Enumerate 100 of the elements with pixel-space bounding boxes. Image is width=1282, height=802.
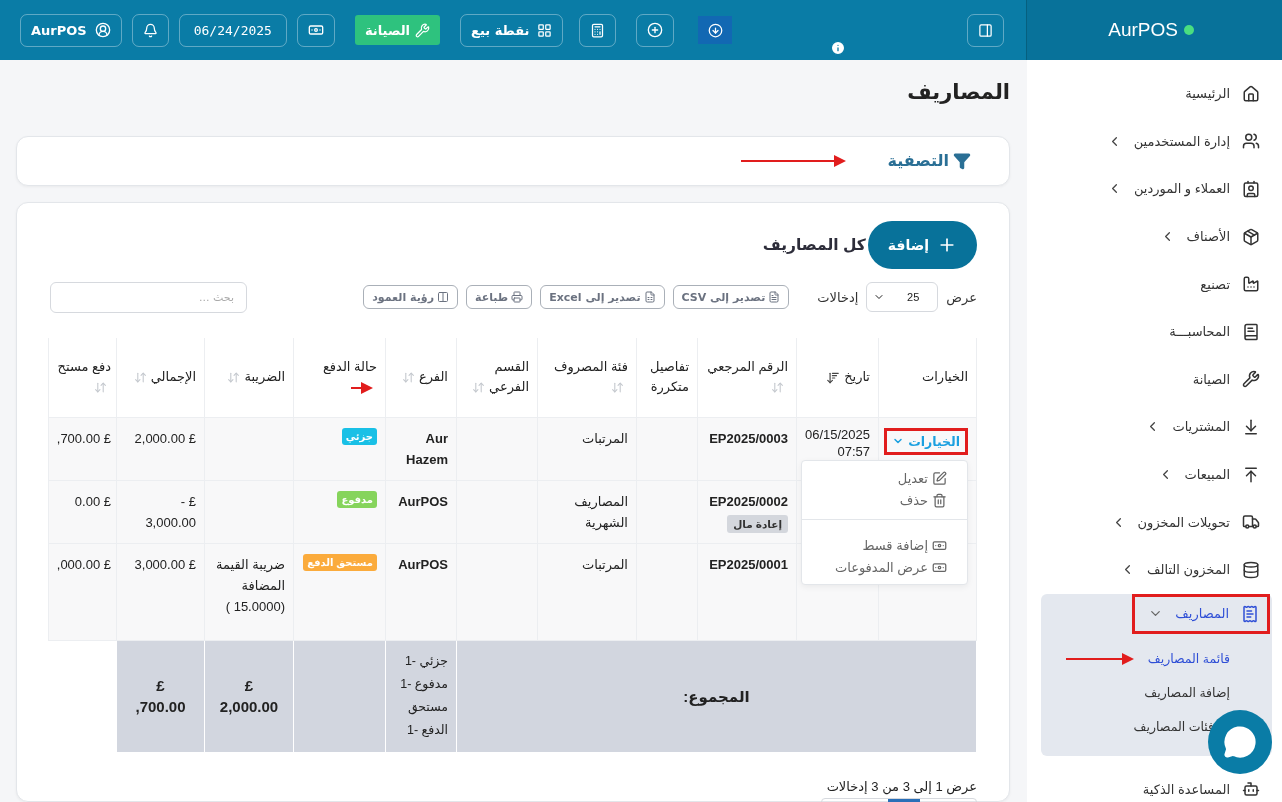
sidebar-item[interactable]: المخزون التالف xyxy=(1147,562,1230,578)
table-cell-text: AurPOS xyxy=(398,555,448,574)
calculator-icon xyxy=(590,22,606,38)
edit-icon xyxy=(932,470,947,486)
submenu-item[interactable]: قائمة المصاريف xyxy=(1147,651,1230,667)
truck-icon xyxy=(1242,513,1260,532)
spreadsheet-icon xyxy=(643,291,656,303)
toolbar-button[interactable]: تصدير إلى Excel xyxy=(540,285,665,309)
sidebar-toggle-button[interactable] xyxy=(967,13,1004,47)
sidebar-item[interactable]: المصاريف xyxy=(1175,606,1229,622)
table-cell-text: EP2025/0003 xyxy=(709,429,788,448)
sidebar-item[interactable]: الأصناف xyxy=(1186,229,1230,245)
menu-item[interactable]: حذف xyxy=(899,492,928,508)
add-button[interactable]: إضافة xyxy=(867,221,977,269)
menu-item[interactable]: تعديل xyxy=(897,470,928,486)
pos-button[interactable]: نقطة بيع xyxy=(460,13,564,47)
download-icon xyxy=(1242,417,1260,436)
sidebar-item[interactable]: المساعدة الذكية xyxy=(1142,781,1230,797)
brand-name: AurPOS xyxy=(1108,19,1178,41)
filter-title[interactable]: التصفية xyxy=(887,151,949,171)
status-badge: مستحق الدفع xyxy=(303,553,377,571)
sidebar-item[interactable]: الصيانة xyxy=(1192,371,1230,387)
table-cell-text: ضريبة القيمة المضافة (15.0000 ) xyxy=(215,555,285,616)
factory-icon xyxy=(1242,275,1260,294)
table-cell-text: المرتبات xyxy=(582,555,628,575)
total-label: المجموع: xyxy=(683,686,750,707)
annotation-arrow xyxy=(1065,652,1134,665)
banknote-icon xyxy=(307,22,324,38)
receipt-icon xyxy=(1241,604,1259,623)
trash-icon xyxy=(932,492,947,508)
toolbar-button[interactable]: تصدير إلى CSV xyxy=(672,285,790,309)
column-header: الإجمالي xyxy=(150,369,196,385)
table-cell-text: 2,000.00 £ xyxy=(134,429,196,448)
table-cell-text: المرتبات xyxy=(582,429,628,449)
sidebar-item[interactable]: المشتريات xyxy=(1172,419,1230,435)
menu-item[interactable]: إضافة قسط xyxy=(862,537,928,553)
filter-icon xyxy=(953,151,971,170)
sidebar-item[interactable]: الرئيسية xyxy=(1185,86,1230,102)
sidebar-item[interactable]: المحاسبـــة xyxy=(1169,324,1230,340)
wrench-icon xyxy=(1242,370,1260,389)
column-header: فئة المصروف xyxy=(554,359,628,375)
status-badge: مدفوع xyxy=(337,490,377,508)
sidebar-item[interactable]: العملاء و الموردين xyxy=(1133,181,1230,197)
contact-book-icon xyxy=(1242,180,1260,198)
column-header: الرقم المرجعي xyxy=(707,359,788,375)
book-icon xyxy=(1242,322,1260,341)
table-cell-text: ,700.00 £ xyxy=(56,429,111,448)
table-cell-text: ,000.00 £ xyxy=(56,555,111,574)
column-header: دفع مستح xyxy=(57,359,111,375)
total-amount: £ ,700.00 xyxy=(135,676,186,717)
user-button[interactable]: AurPOS xyxy=(20,13,122,47)
sidebar-item[interactable]: إدارة المستخدمين xyxy=(1133,133,1230,149)
column-header: تاريخ xyxy=(844,369,870,385)
cash-button[interactable] xyxy=(296,13,335,47)
entries-label: إدخالات xyxy=(817,289,859,305)
total-amount: £ 2,000.00 xyxy=(219,676,279,717)
sidebar-item[interactable]: تحويلات المخزون xyxy=(1137,514,1230,530)
status-dot xyxy=(1184,25,1194,35)
table-cell-text: - £ 3,000.00 xyxy=(145,492,196,532)
info-icon xyxy=(830,40,846,56)
grid-icon xyxy=(537,22,553,38)
wrench-icon xyxy=(415,22,431,38)
page-size-select[interactable]: 25 xyxy=(866,282,939,312)
card-title: كل المصاريف xyxy=(762,236,866,254)
user-icon xyxy=(94,22,111,38)
add-button[interactable] xyxy=(636,13,675,47)
search-field[interactable]: بحث ... xyxy=(50,281,247,313)
toolbar-button[interactable]: طباعة xyxy=(466,285,533,309)
printer-icon xyxy=(511,291,524,303)
chat-icon xyxy=(1223,725,1257,759)
download-button[interactable] xyxy=(698,16,733,44)
columns-icon xyxy=(437,291,449,303)
submenu-item[interactable]: إضافة المصاريف xyxy=(1144,685,1230,701)
table-cell-text: المصاريف الشهرية xyxy=(573,492,628,533)
upload-icon xyxy=(1242,465,1260,484)
box-icon xyxy=(1242,227,1260,246)
table-cell-text: EP2025/0002 xyxy=(709,492,788,511)
bell-icon xyxy=(142,22,158,38)
table-cell-text: Aur Hazem xyxy=(405,429,448,469)
column-header: الضريبة xyxy=(244,369,285,385)
sidebar-item[interactable]: المبيعات xyxy=(1184,467,1230,483)
sort-descending-icon[interactable] xyxy=(826,370,841,385)
calculator-button[interactable] xyxy=(579,13,617,47)
file-icon xyxy=(768,291,781,303)
table-cell-text: EP2025/0001 xyxy=(709,555,788,574)
column-header: حالة الدفع xyxy=(322,359,377,375)
users-icon xyxy=(1242,132,1260,151)
download-icon xyxy=(707,22,723,38)
sidebar-item[interactable]: تصنيع xyxy=(1200,276,1230,292)
column-header: الفرع xyxy=(418,369,448,385)
database-icon xyxy=(1242,560,1260,579)
annotation-arrow xyxy=(351,381,373,394)
toolbar-button[interactable]: رؤية العمود xyxy=(363,285,458,309)
menu-item[interactable]: عرض المدفوعات xyxy=(834,559,928,575)
date-button[interactable]: 06/24/2025 xyxy=(178,13,287,47)
notifications-button[interactable] xyxy=(131,13,169,47)
column-header: القسم الفرعي xyxy=(489,359,529,395)
column-header: تفاصيل متكررة xyxy=(650,359,689,395)
page-title: المصاريف xyxy=(906,80,1010,106)
table-cell-text: AurPOS xyxy=(398,492,448,511)
